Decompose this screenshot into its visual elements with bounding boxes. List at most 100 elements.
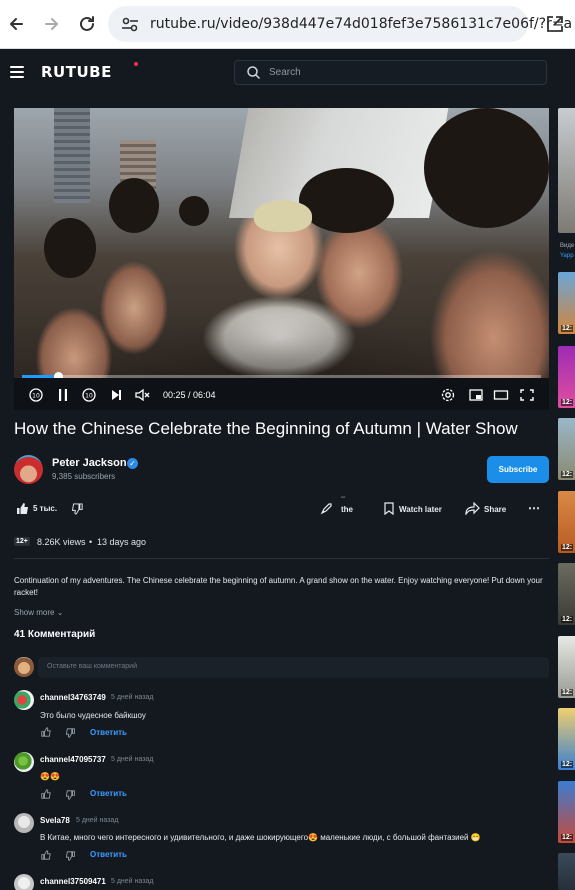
- url-text[interactable]: rutube.ru/video/938d447e74d018fef3e75861…: [150, 16, 572, 32]
- bg-head-2: [109, 178, 159, 233]
- thumb-duration: 12:: [561, 616, 574, 623]
- rewind-10-icon[interactable]: 10: [28, 386, 44, 404]
- bg-blond-hair: [254, 200, 312, 232]
- reload-icon[interactable]: [76, 13, 98, 35]
- recommendation-thumb-2[interactable]: 12:: [558, 272, 575, 334]
- more-options-icon[interactable]: ⋯: [528, 501, 540, 515]
- recommendation-thumb-8[interactable]: 12:: [558, 708, 575, 770]
- video-frame[interactable]: [14, 108, 549, 378]
- rutube-logo[interactable]: RUTUBE: [41, 63, 112, 81]
- watch-later-button[interactable]: Watch later: [399, 505, 442, 514]
- bg-head-1: [44, 218, 96, 278]
- rail-text-2: Yapp: [560, 253, 574, 259]
- video-actions: 5 тыс. ◦◦ the Watch later Share ⋯: [0, 495, 575, 522]
- progress-fill: [22, 375, 58, 378]
- thumb-duration: 12:: [561, 399, 574, 406]
- verified-icon: ✓: [127, 458, 138, 469]
- menu-icon[interactable]: [10, 66, 24, 80]
- comment-dislike-icon[interactable]: [66, 790, 76, 800]
- meta-separator: •: [89, 537, 93, 547]
- theater-mode-icon[interactable]: [493, 386, 509, 404]
- boost-icon-mark: ◦◦: [341, 495, 346, 501]
- reply-button[interactable]: Ответить: [90, 728, 127, 737]
- site-header: RUTUBE Search: [0, 49, 575, 97]
- next-icon[interactable]: [109, 386, 123, 404]
- boost-label[interactable]: the: [341, 505, 353, 514]
- mute-icon[interactable]: [134, 386, 152, 404]
- progress-knob[interactable]: [53, 372, 63, 378]
- divider: [14, 558, 549, 559]
- comment-date: 5 дней назад: [111, 756, 154, 763]
- forward-10-icon[interactable]: 10: [81, 386, 97, 404]
- comment-dislike-icon[interactable]: [66, 728, 76, 738]
- recommendation-thumb-3[interactable]: 12:: [558, 346, 575, 408]
- share-button[interactable]: Share: [484, 505, 506, 514]
- comment-author[interactable]: Svela78: [40, 816, 70, 825]
- bg-head-3: [179, 196, 209, 226]
- share-icon[interactable]: [465, 502, 480, 515]
- comment-author[interactable]: channel37509471: [40, 877, 106, 886]
- fullscreen-icon[interactable]: [519, 386, 535, 404]
- search-box[interactable]: Search: [234, 60, 547, 85]
- comments-title: 41 Комментарий: [14, 629, 96, 640]
- show-more-label: Show more: [14, 608, 55, 617]
- channel-avatar[interactable]: [14, 455, 43, 484]
- comment-avatar[interactable]: [14, 752, 34, 772]
- dislike-icon[interactable]: [72, 503, 84, 515]
- svg-text:10: 10: [32, 393, 40, 400]
- logo-dot: [134, 62, 138, 66]
- comment-like-icon[interactable]: [41, 850, 51, 860]
- comment-avatar[interactable]: [14, 690, 34, 710]
- comment-text: В Китае, много чего интересного и удивит…: [40, 833, 481, 842]
- comment-author[interactable]: channel34763749: [40, 693, 106, 702]
- video-player[interactable]: 10 10 00:25 / 06:04: [14, 108, 549, 410]
- settings-gear-icon[interactable]: [440, 386, 456, 404]
- chevron-down-icon: ⌄: [56, 608, 64, 617]
- video-title: How the Chinese Celebrate the Beginning …: [14, 419, 518, 438]
- thumb-duration: 12:: [561, 325, 574, 332]
- comment-avatar[interactable]: [14, 874, 34, 890]
- open-in-app-icon[interactable]: [544, 13, 566, 35]
- miniplayer-icon[interactable]: [468, 386, 484, 404]
- recommendation-thumb-4[interactable]: 12:: [558, 418, 575, 480]
- bg-building-1: [54, 108, 90, 203]
- comment-author[interactable]: channel47095737: [40, 755, 106, 764]
- time-display: 00:25 / 06:04: [163, 390, 216, 400]
- reply-button[interactable]: Ответить: [90, 850, 127, 859]
- search-icon: [247, 66, 261, 80]
- site-settings-icon[interactable]: [117, 13, 143, 35]
- thumb-duration: 12:: [561, 471, 574, 478]
- subscriber-count: 9,385 subscribers: [52, 472, 116, 481]
- svg-text:10: 10: [85, 393, 93, 400]
- comment-input[interactable]: Оставьте ваш комментарий: [38, 657, 549, 678]
- comment-date: 5 дней назад: [76, 817, 119, 824]
- comment-like-icon[interactable]: [41, 789, 51, 799]
- browser-toolbar: rutube.ru/video/938d447e74d018fef3e75861…: [0, 0, 575, 49]
- reply-button[interactable]: Ответить: [90, 789, 127, 798]
- recommendation-thumb-1[interactable]: [558, 108, 575, 233]
- progress-bar[interactable]: [22, 372, 541, 378]
- like-icon[interactable]: [16, 502, 29, 515]
- rocket-icon[interactable]: [319, 502, 333, 516]
- like-count[interactable]: 5 тыс.: [33, 504, 57, 513]
- comment-avatar[interactable]: [14, 813, 34, 833]
- recommendation-thumb-10[interactable]: [558, 853, 575, 890]
- pause-icon[interactable]: [56, 386, 70, 404]
- subscribe-button[interactable]: Subscribe: [487, 456, 549, 483]
- comment-placeholder: Оставьте ваш комментарий: [47, 663, 137, 670]
- back-arrow-icon[interactable]: [6, 13, 28, 35]
- rail-text-1: Виде: [560, 243, 575, 249]
- recommendation-thumb-9[interactable]: 12:: [558, 781, 575, 843]
- comment-date: 5 дней назад: [111, 694, 154, 701]
- comment-dislike-icon[interactable]: [66, 851, 76, 861]
- show-more-link[interactable]: Show more ⌄: [14, 608, 63, 617]
- bookmark-icon[interactable]: [384, 502, 394, 515]
- thumb-duration: 12:: [561, 544, 574, 551]
- recommendation-thumb-7[interactable]: 12:: [558, 636, 575, 698]
- forward-arrow-icon[interactable]: [40, 13, 62, 35]
- recommendation-thumb-6[interactable]: 12:: [558, 563, 575, 625]
- channel-name[interactable]: Peter Jackson: [52, 457, 127, 469]
- address-bar[interactable]: rutube.ru/video/938d447e74d018fef3e75861…: [108, 6, 572, 42]
- comment-like-icon[interactable]: [41, 727, 51, 737]
- search-placeholder: Search: [269, 67, 301, 78]
